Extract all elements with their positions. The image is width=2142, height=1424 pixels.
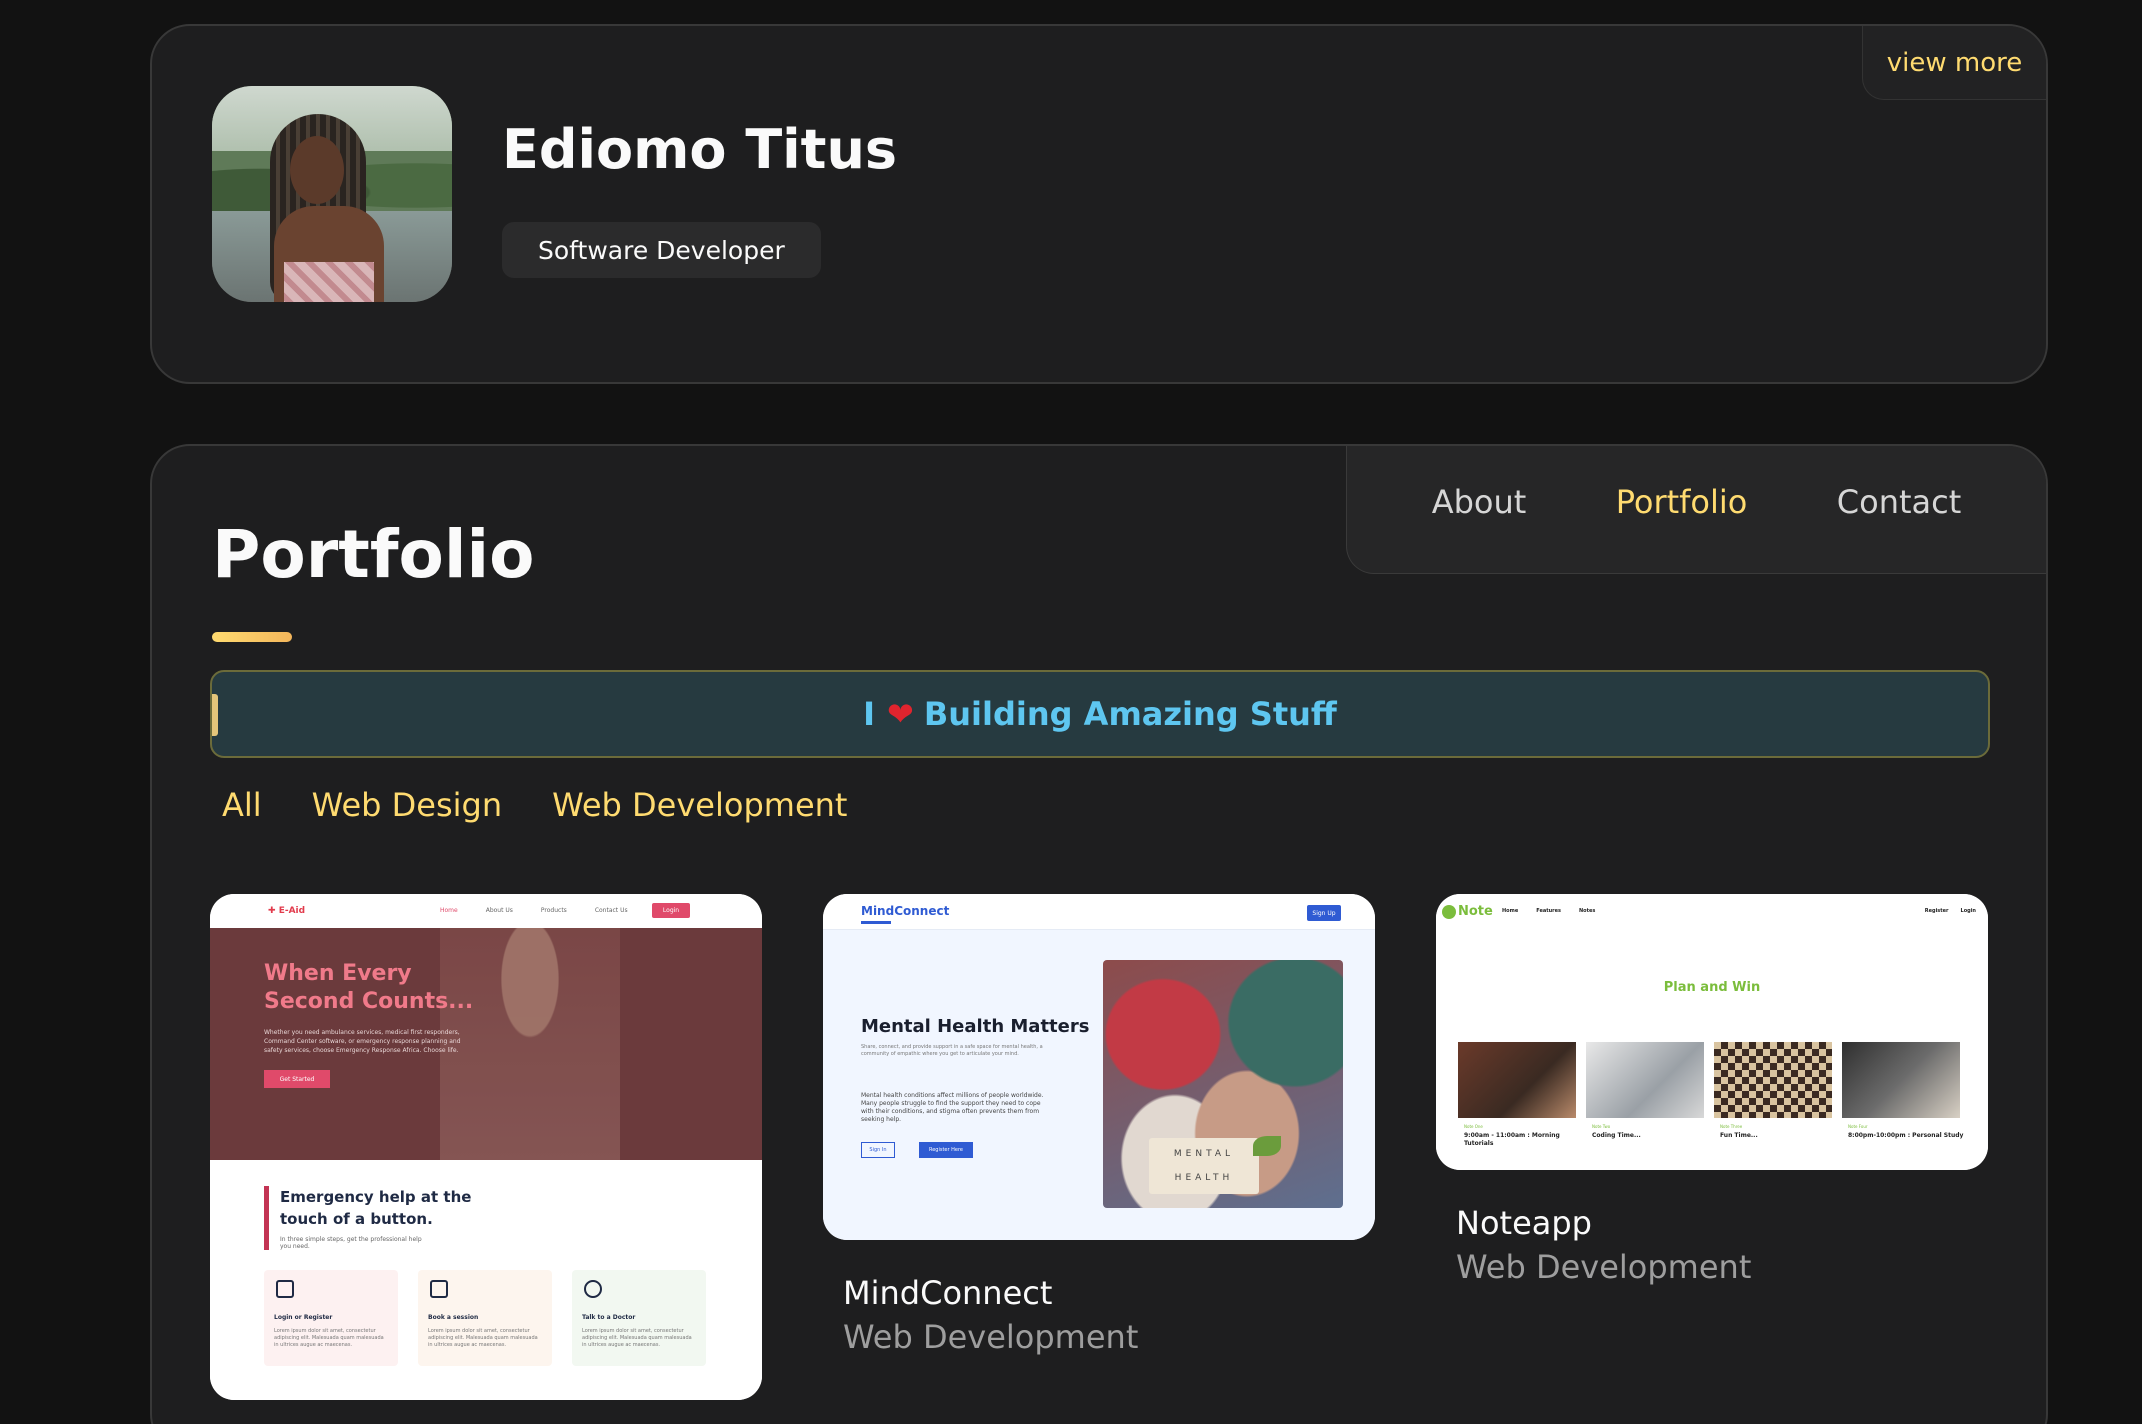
banner-text: Building Amazing Stuff <box>923 695 1337 733</box>
project-card-eaid[interactable]: ✚ E-Aid Home About Us Products Contact U… <box>210 894 762 1400</box>
filter-web-development[interactable]: Web Development <box>552 786 847 824</box>
filter-list: All Web Design Web Development <box>222 786 847 824</box>
eaid-headline: When Every Second Counts... <box>264 961 474 1014</box>
page-title: Portfolio <box>212 516 535 593</box>
profile-name: Ediomo Titus <box>502 118 898 181</box>
project-name[interactable]: Noteapp <box>1456 1204 1988 1242</box>
avatar <box>212 86 452 302</box>
project-name[interactable]: MindConnect <box>843 1274 1375 1312</box>
project-thumbnail[interactable]: ✚ E-Aid Home About Us Products Contact U… <box>210 894 762 1400</box>
portfolio-section: About Portfolio Contact Portfolio I ❤ Bu… <box>150 444 2048 1424</box>
project-card-mindconnect[interactable]: MindConnect Sign Up Mental Health Matter… <box>823 894 1375 1356</box>
banner-prefix: I <box>863 695 876 733</box>
profile-card: view more Ediomo Titus Software Develope… <box>150 24 2048 384</box>
project-category: Web Development <box>1456 1248 1752 1286</box>
heart-icon: ❤ <box>887 695 914 733</box>
filter-web-design[interactable]: Web Design <box>312 786 502 824</box>
project-category: Web Development <box>843 1318 1139 1356</box>
project-card-noteapp[interactable]: Note Home Features Notes Register Login … <box>1436 894 1988 1286</box>
filter-all[interactable]: All <box>222 786 262 824</box>
nav-contact[interactable]: Contact <box>1837 483 1962 521</box>
navbar: About Portfolio Contact <box>1346 446 2046 574</box>
profile-title-badge: Software Developer <box>502 222 821 278</box>
project-thumbnail[interactable]: Note Home Features Notes Register Login … <box>1436 894 1988 1170</box>
view-more-button[interactable]: view more <box>1862 26 2046 100</box>
nav-about[interactable]: About <box>1432 483 1527 521</box>
banner: I ❤ Building Amazing Stuff <box>210 670 1990 758</box>
title-underline <box>212 632 292 642</box>
nav-portfolio[interactable]: Portfolio <box>1616 483 1748 521</box>
project-thumbnail[interactable]: MindConnect Sign Up Mental Health Matter… <box>823 894 1375 1240</box>
eaid-logo: ✚ E-Aid <box>268 906 306 916</box>
